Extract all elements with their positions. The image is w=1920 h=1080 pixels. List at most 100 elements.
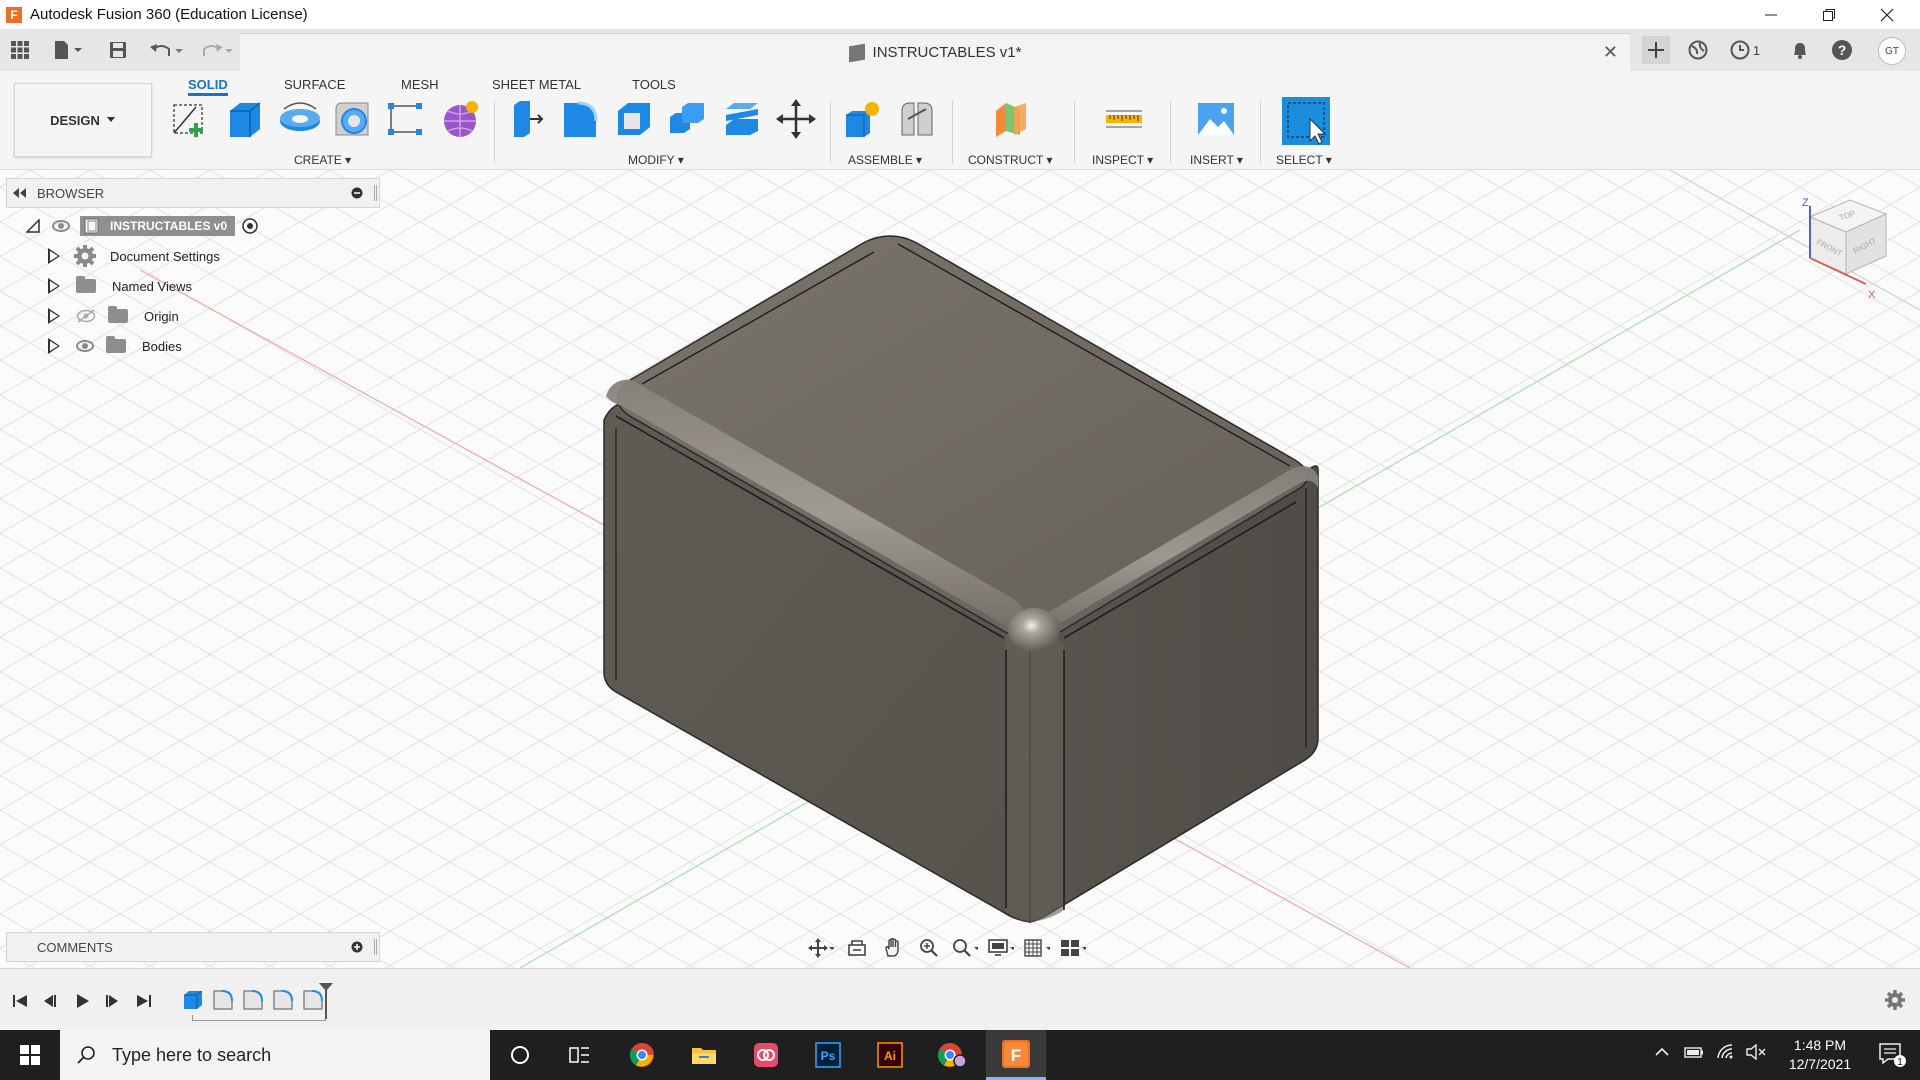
network-tray-icon[interactable] [1716,1044,1736,1065]
extrude-button[interactable] [224,99,264,139]
notifications-button[interactable] [1786,36,1814,64]
creative-cloud-taskbar-app[interactable] [736,1030,796,1080]
pan-button[interactable] [880,937,906,959]
assemble-menu[interactable]: ASSEMBLE ▾ [848,153,922,167]
insert-menu[interactable]: INSERT ▾ [1190,153,1243,167]
joint-button[interactable] [896,99,936,139]
tab-sheet-metal[interactable]: SHEET METAL [492,74,581,96]
select-button[interactable] [1282,97,1330,145]
visibility-eye-icon[interactable] [76,340,94,352]
action-center-button[interactable]: 1 [1878,1042,1906,1073]
illustrator-taskbar-app[interactable]: Ai [860,1030,920,1080]
browser-node-named-views[interactable]: Named Views [48,274,192,298]
start-button[interactable] [0,1030,60,1080]
visibility-eye-icon[interactable] [52,220,70,232]
view-cube[interactable]: TOP FRONT RIGHT Z X [1790,192,1900,302]
extensions-button[interactable] [1684,36,1712,64]
grid-settings-button[interactable] [1024,937,1050,959]
rib-button[interactable] [386,99,426,139]
timeline-marker[interactable] [319,983,333,1019]
combine-button[interactable] [668,99,708,139]
collapse-panel-icon[interactable] [13,188,27,198]
create-menu[interactable]: CREATE ▾ [294,153,351,167]
add-comment-icon[interactable] [351,941,363,953]
sweep-button[interactable] [332,99,372,139]
move-copy-button[interactable] [776,99,816,139]
file-explorer-taskbar-app[interactable] [674,1030,734,1080]
timeline-settings-button[interactable] [1884,989,1906,1016]
comments-panel-header[interactable]: COMMENTS [6,932,380,962]
timeline-fillet-feature[interactable] [242,989,264,1011]
undo-button[interactable] [146,37,186,63]
close-tab-button[interactable]: ✕ [1603,42,1618,63]
expand-arrow-icon[interactable] [48,308,62,324]
workspace-switcher[interactable]: DESIGN [14,83,152,157]
file-menu-button[interactable] [48,37,88,63]
modify-menu[interactable]: MODIFY ▾ [628,153,684,167]
taskbar-clock[interactable]: 1:48 PM 12/7/2021 [1780,1036,1860,1074]
battery-tray-icon[interactable] [1684,1044,1704,1065]
browser-node-document-settings[interactable]: Document Settings [48,244,220,268]
browser-root-node[interactable]: INSTRUCTABLES v0 [26,214,259,238]
chrome-taskbar-app[interactable] [612,1030,672,1080]
document-tab[interactable]: INSTRUCTABLES v1* ✕ [240,33,1630,71]
activate-radio-icon[interactable] [241,217,259,235]
3d-viewport[interactable] [0,170,1920,968]
timeline-extrude-feature[interactable] [182,989,204,1011]
shell-button[interactable] [614,99,654,139]
zoom-button[interactable] [916,937,942,959]
panel-resize-handle[interactable] [374,185,377,201]
fusion-360-taskbar-app[interactable]: F [986,1030,1046,1080]
panel-resize-handle[interactable] [374,939,377,955]
close-window-button[interactable] [1858,0,1916,29]
chrome-profile-taskbar-app[interactable] [922,1030,982,1080]
tab-tools[interactable]: TOOLS [632,74,676,96]
revolve-button[interactable] [278,99,320,139]
help-button[interactable]: ? [1828,36,1856,64]
expand-arrow-icon[interactable] [48,338,62,354]
tab-surface[interactable]: SURFACE [284,74,345,96]
tab-solid[interactable]: SOLID [188,74,228,96]
root-component-chip[interactable]: INSTRUCTABLES v0 [80,216,236,236]
timeline-fillet-feature[interactable] [212,989,234,1011]
redo-button[interactable] [196,37,236,63]
browser-node-origin[interactable]: Origin [48,304,179,328]
browser-panel-header[interactable]: BROWSER [6,178,380,208]
play-button[interactable] [72,991,92,1011]
step-back-button[interactable] [40,991,60,1011]
timeline-fillet-feature[interactable] [272,989,294,1011]
minimize-button[interactable] [1742,0,1800,29]
display-settings-button[interactable] [988,937,1014,959]
look-at-button[interactable] [844,937,870,959]
expand-arrow-icon[interactable] [48,248,62,264]
save-button[interactable] [106,37,130,63]
construct-menu[interactable]: CONSTRUCT ▾ [968,153,1052,167]
data-panel-button[interactable] [8,37,32,63]
cortana-button[interactable] [490,1030,550,1080]
insert-canvas-button[interactable] [1196,99,1236,139]
job-status-button[interactable]: 1 [1724,36,1766,64]
go-to-end-button[interactable] [134,991,154,1011]
new-component-button[interactable] [842,99,882,139]
go-to-start-button[interactable] [10,991,30,1011]
fit-button[interactable] [952,937,978,959]
expand-down-icon[interactable] [26,219,40,233]
task-view-button[interactable] [550,1030,610,1080]
tab-mesh[interactable]: MESH [401,74,439,96]
create-sketch-button[interactable] [170,99,210,139]
volume-tray-icon[interactable] [1746,1043,1768,1065]
inspect-menu[interactable]: INSPECT ▾ [1092,153,1153,167]
fillet-button[interactable] [560,99,600,139]
viewports-button[interactable] [1060,937,1086,959]
expand-arrow-icon[interactable] [48,278,62,294]
user-avatar[interactable]: GT [1878,37,1906,65]
taskbar-search[interactable]: Type here to search [60,1030,490,1080]
browser-node-bodies[interactable]: Bodies [48,334,182,358]
restore-button[interactable] [1800,0,1858,29]
offset-plane-button[interactable] [992,99,1032,139]
press-pull-button[interactable] [508,99,548,139]
select-menu[interactable]: SELECT ▾ [1276,153,1332,167]
photoshop-taskbar-app[interactable]: Ps [798,1030,858,1080]
step-forward-button[interactable] [102,991,122,1011]
measure-button[interactable] [1104,99,1144,139]
